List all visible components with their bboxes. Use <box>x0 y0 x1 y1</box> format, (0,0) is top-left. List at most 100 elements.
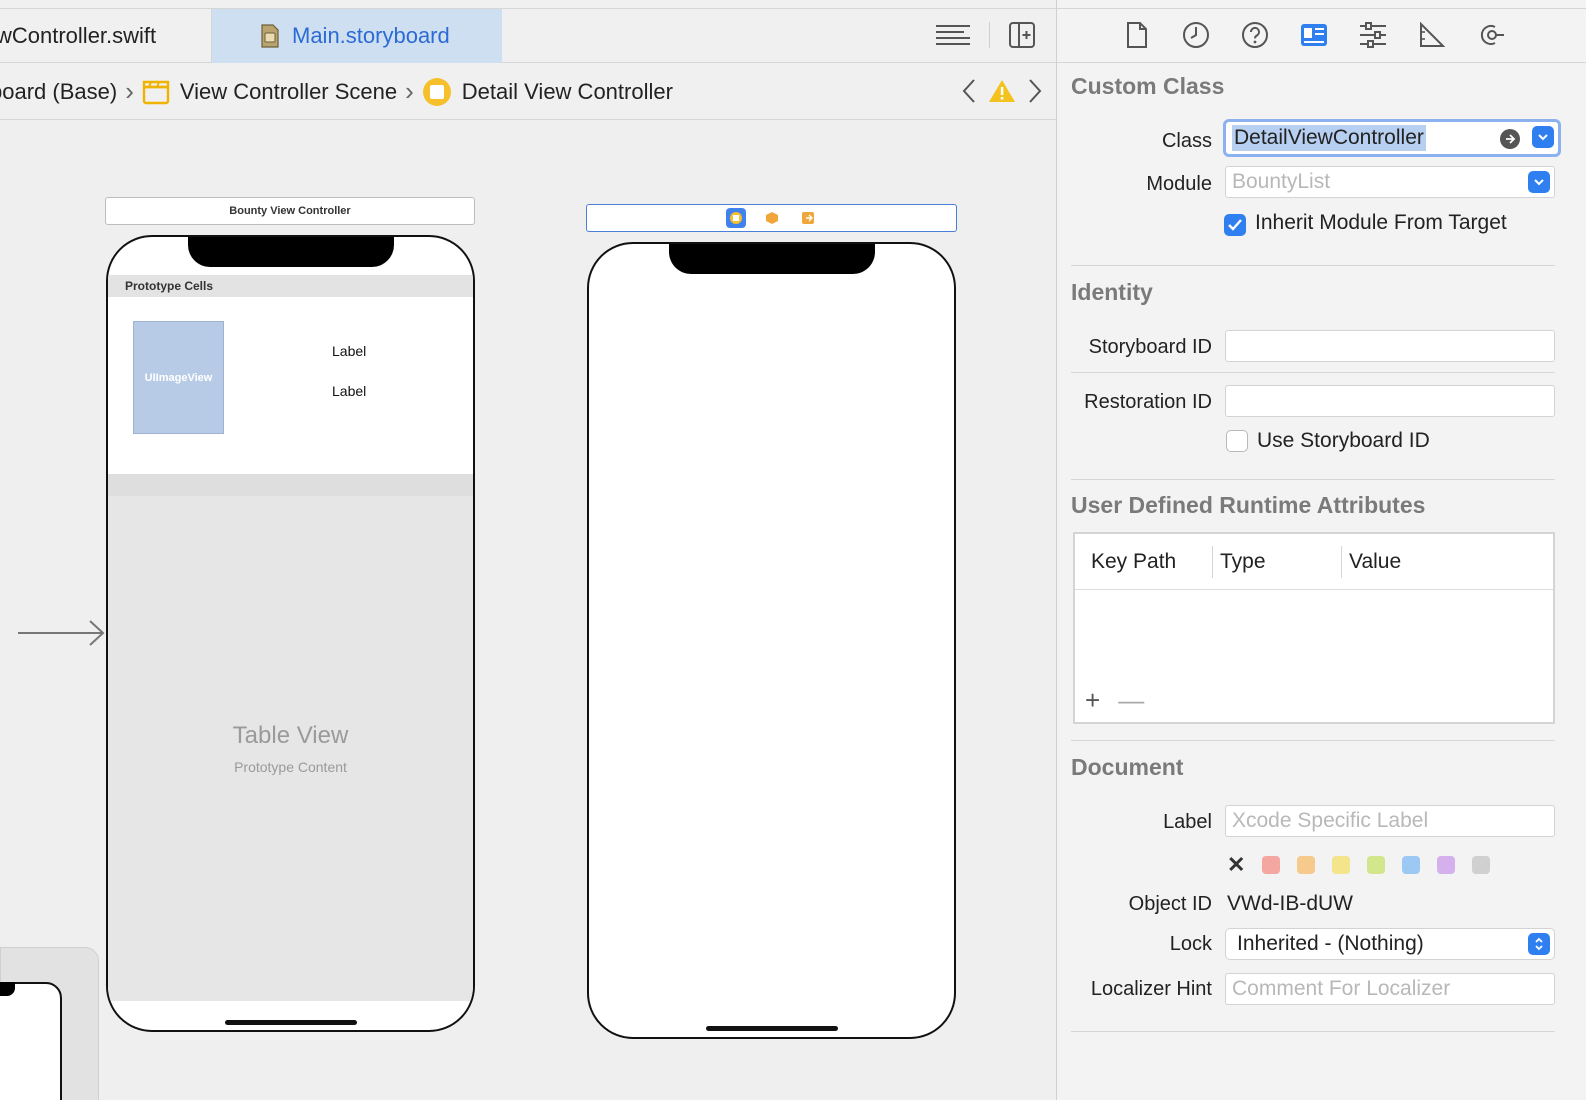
column-header-value[interactable]: Value <box>1349 550 1401 574</box>
device-notch <box>0 982 15 996</box>
localizer-hint-label: Localizer Hint <box>1090 978 1212 1000</box>
chevron-down-icon[interactable] <box>1528 171 1550 193</box>
color-swatch-red[interactable] <box>1262 856 1280 874</box>
class-label: Class <box>1161 130 1212 152</box>
section-divider <box>1071 740 1555 741</box>
attribute-tools: + — <box>1085 685 1144 716</box>
color-swatch-purple[interactable] <box>1437 856 1455 874</box>
column-header-key-path[interactable]: Key Path <box>1091 550 1176 574</box>
color-swatch-orange[interactable] <box>1297 856 1315 874</box>
cell-label[interactable]: Label <box>332 383 366 399</box>
column-divider <box>1341 546 1342 578</box>
module-field[interactable]: BountyList <box>1225 166 1555 198</box>
storyboard-id-label: Storyboard ID <box>1088 336 1212 358</box>
table-header: Key Path Type Value <box>1075 534 1553 590</box>
xcode-window: wController.swift Main.storyboard board … <box>0 0 1586 1100</box>
color-swatch-green[interactable] <box>1367 856 1385 874</box>
history-icon[interactable] <box>1182 21 1210 49</box>
module-placeholder: BountyList <box>1232 170 1331 193</box>
bounty-view-controller-phone[interactable]: Prototype Cells UIImageView Label Label … <box>106 235 475 1032</box>
label-color-swatches: ✕ <box>1227 852 1490 878</box>
custom-class-title: Custom Class <box>1071 73 1225 99</box>
section-separator <box>108 474 473 496</box>
image-view[interactable]: UIImageView <box>133 321 224 434</box>
breadcrumb-view-controller[interactable]: Detail View Controller <box>422 77 673 107</box>
remove-attribute-button[interactable]: — <box>1118 685 1144 716</box>
table-view-title: Table View <box>232 722 349 749</box>
scene-title-bar[interactable]: Bounty View Controller <box>105 197 475 225</box>
tab-view-controller-swift[interactable]: wController.swift <box>0 9 212 63</box>
chevron-down-icon[interactable] <box>1532 126 1554 148</box>
home-indicator <box>706 1026 838 1031</box>
lock-value: Inherited - (Nothing) <box>1237 932 1424 955</box>
document-label-label: Label <box>1163 811 1212 833</box>
add-attribute-button[interactable]: + <box>1085 685 1100 716</box>
toolbar-divider <box>989 22 990 48</box>
use-storyboard-id-checkbox[interactable] <box>1226 430 1248 452</box>
inspector-selector <box>1123 21 1505 49</box>
editor-options-icon[interactable] <box>935 22 971 48</box>
connections-icon[interactable] <box>1477 21 1505 49</box>
file-icon[interactable] <box>1123 21 1151 49</box>
chevron-left-icon[interactable] <box>962 78 976 104</box>
up-down-stepper-icon[interactable] <box>1528 933 1550 955</box>
section-divider <box>1071 265 1555 266</box>
cell-label[interactable]: Label <box>332 343 366 359</box>
document-label-field[interactable]: Xcode Specific Label <box>1225 805 1555 837</box>
identity-title: Identity <box>1071 279 1153 305</box>
offscreen-phone <box>0 982 62 1100</box>
color-swatch-gray[interactable] <box>1472 856 1490 874</box>
object-id-label: Object ID <box>1128 893 1212 915</box>
color-swatch-yellow[interactable] <box>1332 856 1350 874</box>
inherit-module-label: Inherit Module From Target <box>1255 211 1507 234</box>
scene-dock-bar[interactable] <box>586 204 957 232</box>
tab-bar: wController.swift Main.storyboard <box>0 8 1056 63</box>
runtime-attributes-table[interactable]: Key Path Type Value + — <box>1073 532 1555 724</box>
help-icon[interactable] <box>1241 21 1269 49</box>
tab-main-storyboard[interactable]: Main.storyboard <box>212 9 502 63</box>
go-to-class-icon[interactable] <box>1500 129 1520 149</box>
entry-point-arrow-icon[interactable] <box>18 618 108 648</box>
first-responder-icon[interactable] <box>762 208 782 228</box>
view-controller-icon <box>422 77 451 106</box>
inherit-module-checkbox[interactable] <box>1224 214 1246 236</box>
document-title: Document <box>1071 754 1184 780</box>
lock-popup[interactable]: Inherited - (Nothing) <box>1225 928 1555 960</box>
use-storyboard-id-label: Use Storyboard ID <box>1257 429 1430 452</box>
identity-icon[interactable] <box>1300 21 1328 49</box>
breadcrumb-label: board (Base) <box>0 78 118 104</box>
restoration-id-label: Restoration ID <box>1084 391 1212 413</box>
attributes-icon[interactable] <box>1359 21 1387 49</box>
add-editor-icon[interactable] <box>1008 21 1036 49</box>
clear-color-icon[interactable]: ✕ <box>1227 852 1245 878</box>
storyboard-canvas[interactable]: Bounty View Controller Prototype Cells U… <box>0 121 1056 1100</box>
device-notch <box>188 237 394 267</box>
size-icon[interactable] <box>1418 21 1446 49</box>
color-swatch-blue[interactable] <box>1402 856 1420 874</box>
exit-icon[interactable] <box>798 208 818 228</box>
offscreen-scene[interactable] <box>0 947 99 1100</box>
home-indicator <box>225 1020 357 1025</box>
detail-view-controller-phone[interactable] <box>587 242 956 1039</box>
view-controller-icon[interactable] <box>725 208 746 228</box>
lock-label: Lock <box>1169 933 1212 955</box>
device-notch <box>669 244 875 274</box>
chevron-right-icon: › <box>125 76 134 106</box>
storyboard-id-field[interactable] <box>1225 330 1555 362</box>
breadcrumb-scene[interactable]: View Controller Scene <box>142 79 397 105</box>
localizer-hint-field[interactable]: Comment For Localizer <box>1225 973 1555 1005</box>
restoration-id-field[interactable] <box>1225 385 1555 417</box>
editor-tools <box>935 21 1036 49</box>
section-divider <box>1071 1031 1555 1032</box>
warning-icon[interactable] <box>988 78 1016 104</box>
breadcrumb-label: View Controller Scene <box>179 78 398 104</box>
section-divider <box>1071 479 1555 480</box>
class-field[interactable]: DetailViewController <box>1223 119 1561 157</box>
chevron-right-icon[interactable] <box>1028 78 1042 104</box>
issue-navigation <box>962 78 1042 104</box>
column-header-type[interactable]: Type <box>1220 550 1266 574</box>
table-view[interactable]: Table View Prototype Content <box>108 496 473 1001</box>
module-label: Module <box>1146 173 1212 195</box>
prototype-cells-header: Prototype Cells <box>108 275 473 297</box>
breadcrumb-storyboard[interactable]: board (Base) <box>0 79 117 105</box>
